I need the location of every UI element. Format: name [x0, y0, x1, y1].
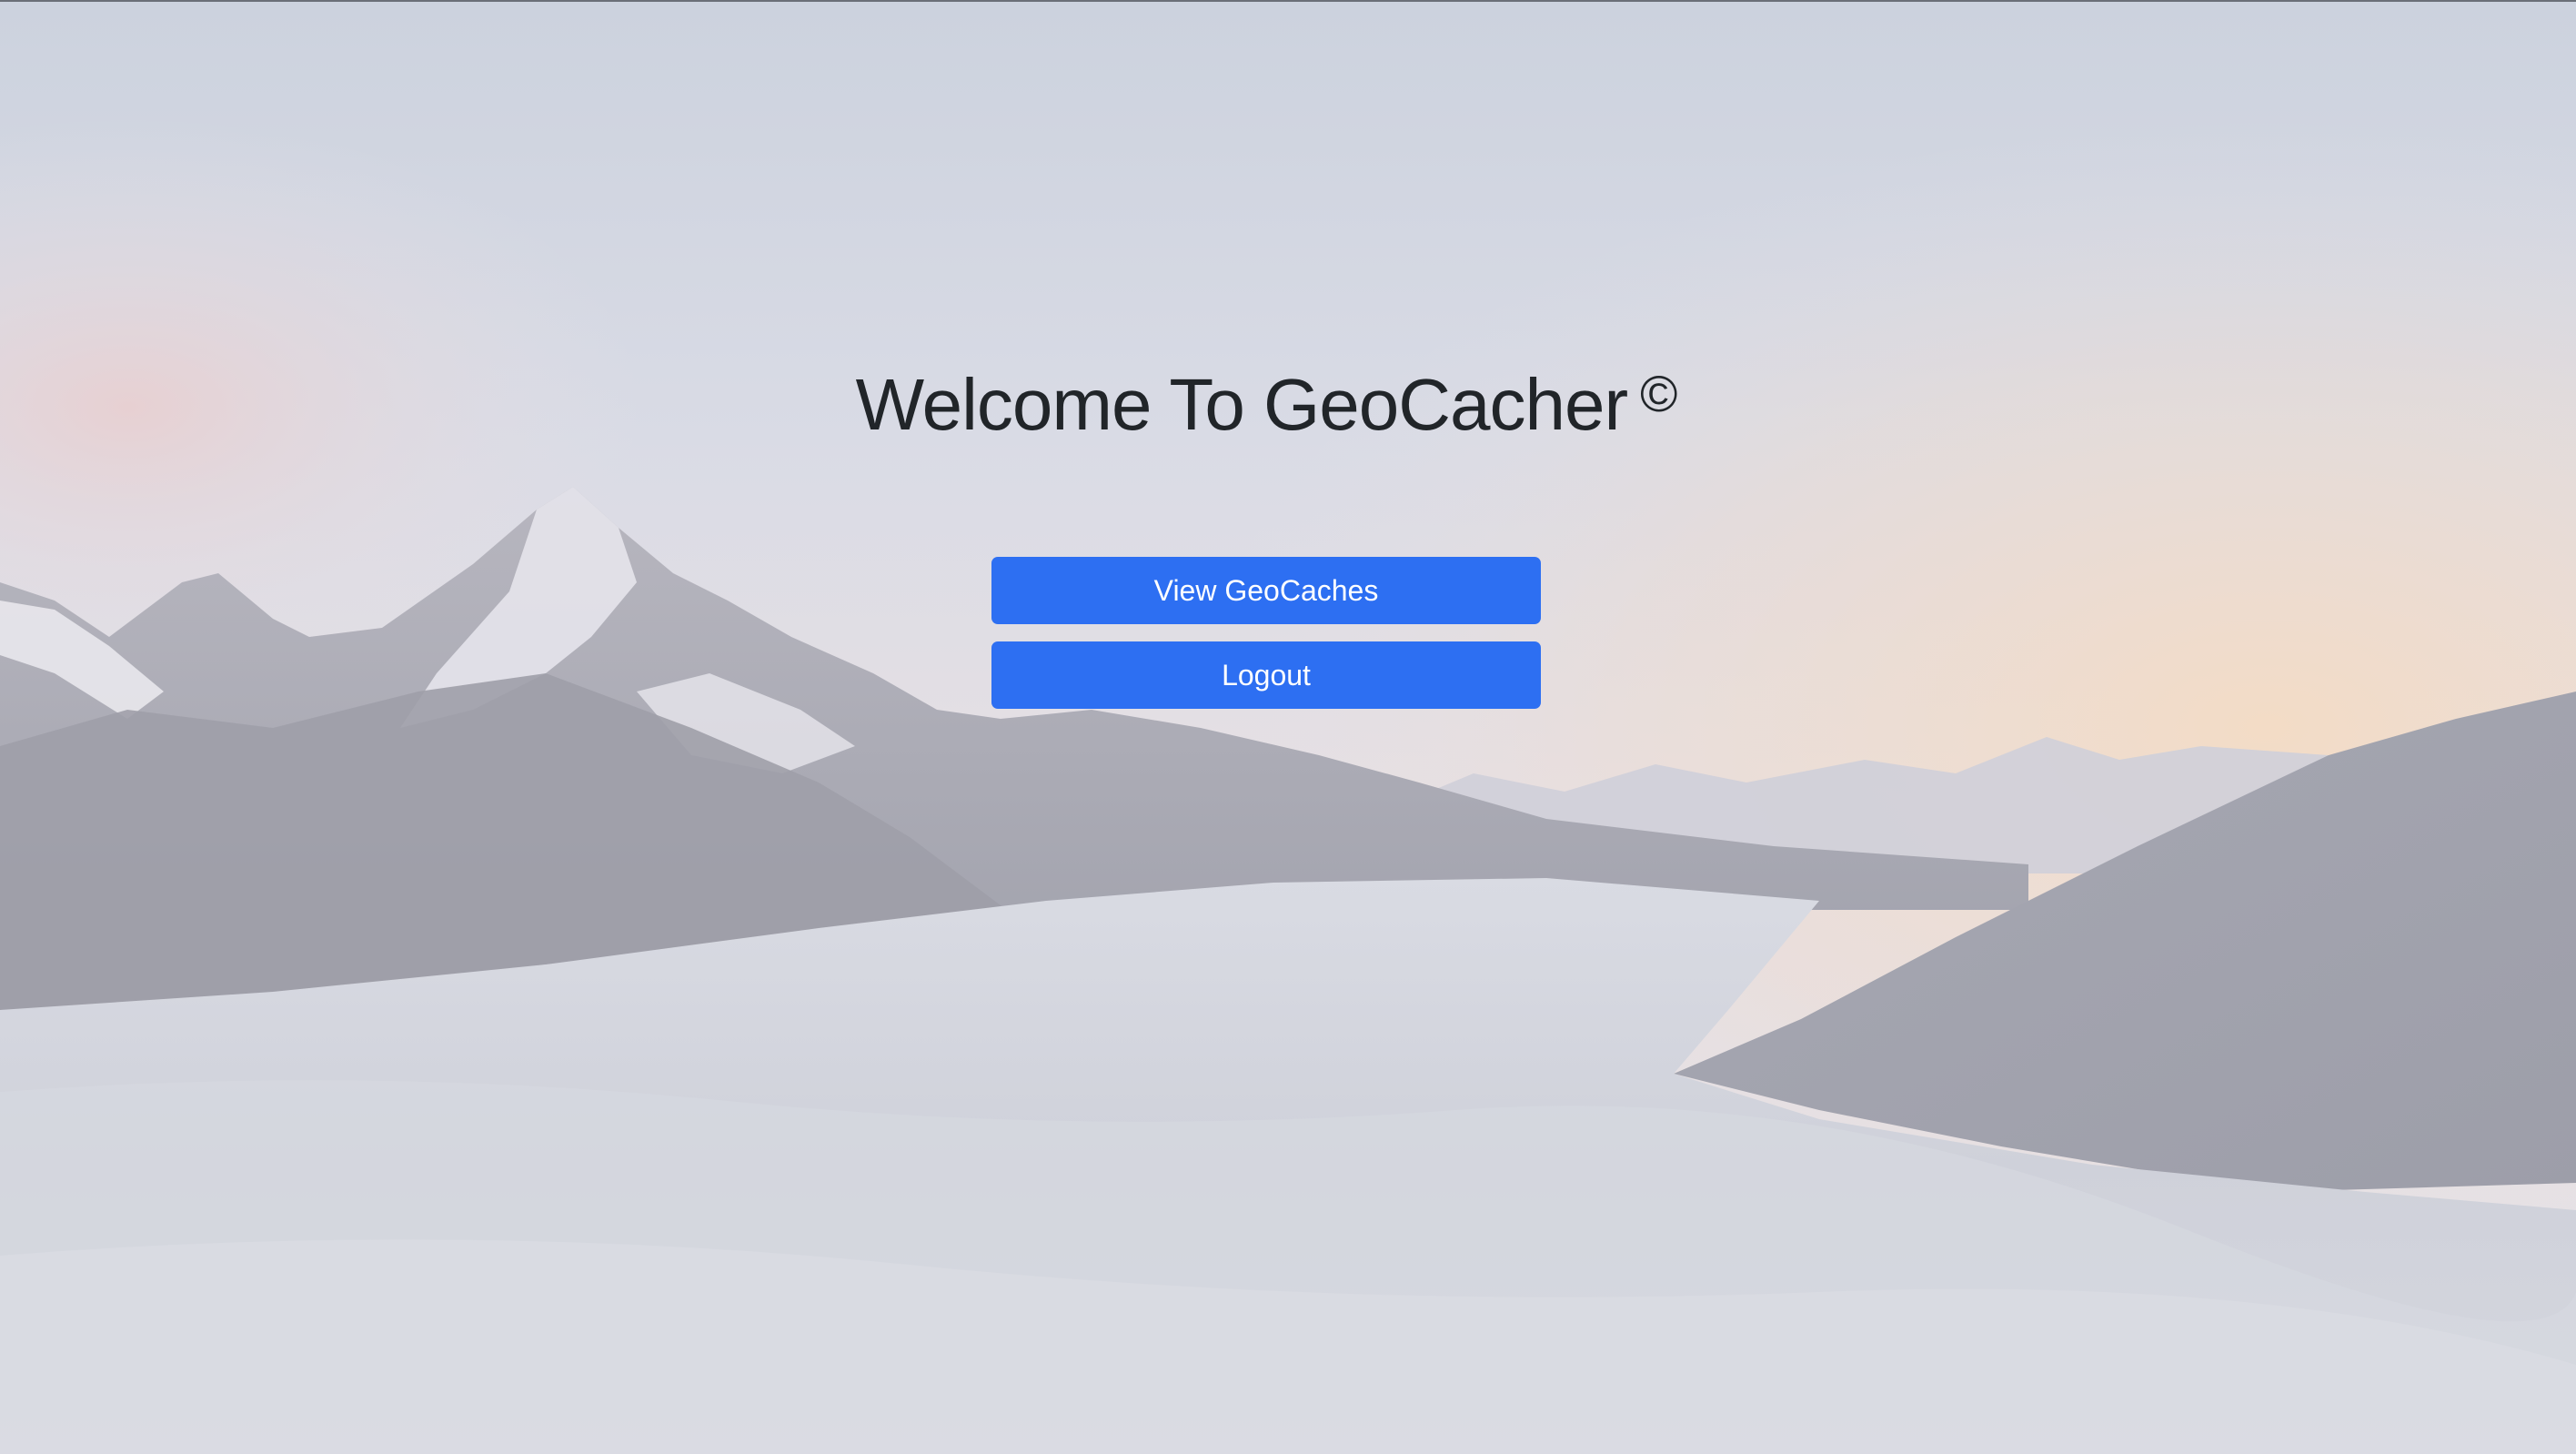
logout-button[interactable]: Logout [991, 641, 1541, 709]
page-title-text: Welcome To GeoCacher [855, 364, 1629, 445]
page-title: Welcome To GeoCacher © [0, 359, 2532, 450]
welcome-panel: Welcome To GeoCacher © View GeoCaches Log… [0, 0, 2576, 1454]
view-geocaches-button[interactable]: View GeoCaches [991, 557, 1541, 624]
copyright-mark: © [1640, 365, 1677, 422]
window-top-border [0, 0, 2576, 2]
